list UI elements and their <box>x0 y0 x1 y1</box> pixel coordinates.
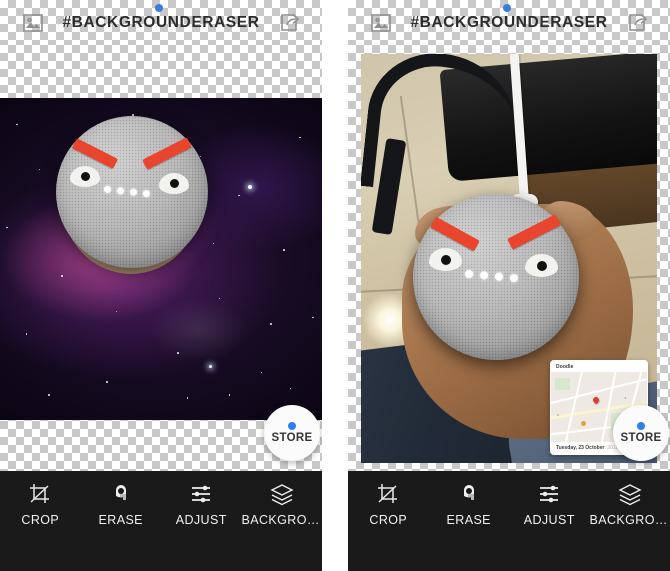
bottom-toolbar-left: CROP ERASE <box>0 471 322 571</box>
sliders-icon <box>185 481 217 507</box>
sliders-icon <box>533 481 565 507</box>
map-card-title: Doodle <box>550 360 648 372</box>
original-photo: Doodle Jl. Jl. <box>361 54 657 463</box>
app-header-left: #BACKGROUNDERASER <box>0 0 322 45</box>
notification-dot <box>155 4 163 12</box>
tool-adjust-label: ADJUST <box>176 513 227 527</box>
left-eyebrow-doodle <box>430 217 480 252</box>
tool-crop[interactable]: CROP <box>0 481 81 527</box>
right-eye-doodle <box>159 173 189 194</box>
right-eye-doodle <box>525 254 558 277</box>
layers-icon <box>266 481 298 507</box>
tool-background-label: BACKGROU... <box>590 513 670 527</box>
tool-crop-label: CROP <box>21 513 59 527</box>
left-pupil <box>81 172 90 181</box>
notification-dot <box>503 4 511 12</box>
store-dot-icon <box>288 422 296 430</box>
image-icon[interactable] <box>366 8 396 38</box>
share-icon[interactable] <box>274 8 304 38</box>
tool-adjust[interactable]: ADJUST <box>509 481 590 527</box>
tool-crop-label: CROP <box>369 513 407 527</box>
erase-person-icon <box>453 481 485 507</box>
tool-erase-label: ERASE <box>99 513 143 527</box>
left-eyebrow-doodle <box>72 138 118 169</box>
bottom-toolbar-right: CROP ERASE <box>348 471 670 571</box>
edit-canvas-right[interactable]: Doodle Jl. Jl. <box>348 45 670 471</box>
store-button-label: STORE <box>621 432 662 444</box>
tool-background[interactable]: BACKGROU... <box>242 481 323 527</box>
original-photo-panel: #BACKGROUNDERASER <box>348 0 670 571</box>
app-screenshot-pair: #BACKGROUNDERASER <box>0 0 670 571</box>
title-container: #BACKGROUNDERASER <box>396 0 622 45</box>
app-header-right: #BACKGROUNDERASER <box>348 0 670 45</box>
map-location-pin <box>592 396 600 404</box>
left-pupil <box>441 255 451 265</box>
store-dot-icon <box>637 422 645 430</box>
tool-crop[interactable]: CROP <box>348 481 429 527</box>
store-button[interactable]: STORE <box>613 405 669 461</box>
tool-erase-label: ERASE <box>447 513 491 527</box>
right-eyebrow-doodle <box>507 214 561 249</box>
tool-adjust[interactable]: ADJUST <box>161 481 242 527</box>
left-eye-doodle <box>429 248 462 271</box>
left-eye-doodle <box>70 166 100 187</box>
layers-icon <box>614 481 646 507</box>
led-indicator-dots <box>465 270 518 283</box>
right-eyebrow-doodle <box>142 137 192 170</box>
page-title: #BACKGROUNDERASER <box>410 14 607 32</box>
tool-erase[interactable]: ERASE <box>429 481 510 527</box>
tool-erase[interactable]: ERASE <box>81 481 162 527</box>
share-icon[interactable] <box>622 8 652 38</box>
tool-background[interactable]: BACKGROU... <box>590 481 670 527</box>
right-pupil <box>170 179 179 188</box>
map-poi-marker <box>581 421 586 426</box>
speaker-device <box>413 194 579 360</box>
crop-icon <box>24 481 56 507</box>
tool-adjust-label: ADJUST <box>524 513 575 527</box>
edit-canvas-left[interactable]: STORE <box>0 45 322 471</box>
store-button[interactable]: STORE <box>264 405 320 461</box>
led-indicator-dots <box>104 186 150 198</box>
edited-result-panel: #BACKGROUNDERASER <box>0 0 322 571</box>
speaker-device <box>56 116 208 268</box>
page-title: #BACKGROUNDERASER <box>62 14 259 32</box>
panel-divider <box>322 0 348 571</box>
title-container: #BACKGROUNDERASER <box>48 0 274 45</box>
tool-background-label: BACKGROU... <box>242 513 323 527</box>
right-pupil <box>537 261 547 271</box>
map-card-date-text: Tuesday, 23 October <box>556 445 604 451</box>
image-icon[interactable] <box>18 8 48 38</box>
erase-person-icon <box>105 481 137 507</box>
crop-icon <box>372 481 404 507</box>
nebula-background-image <box>0 98 322 420</box>
store-button-label: STORE <box>272 432 313 444</box>
